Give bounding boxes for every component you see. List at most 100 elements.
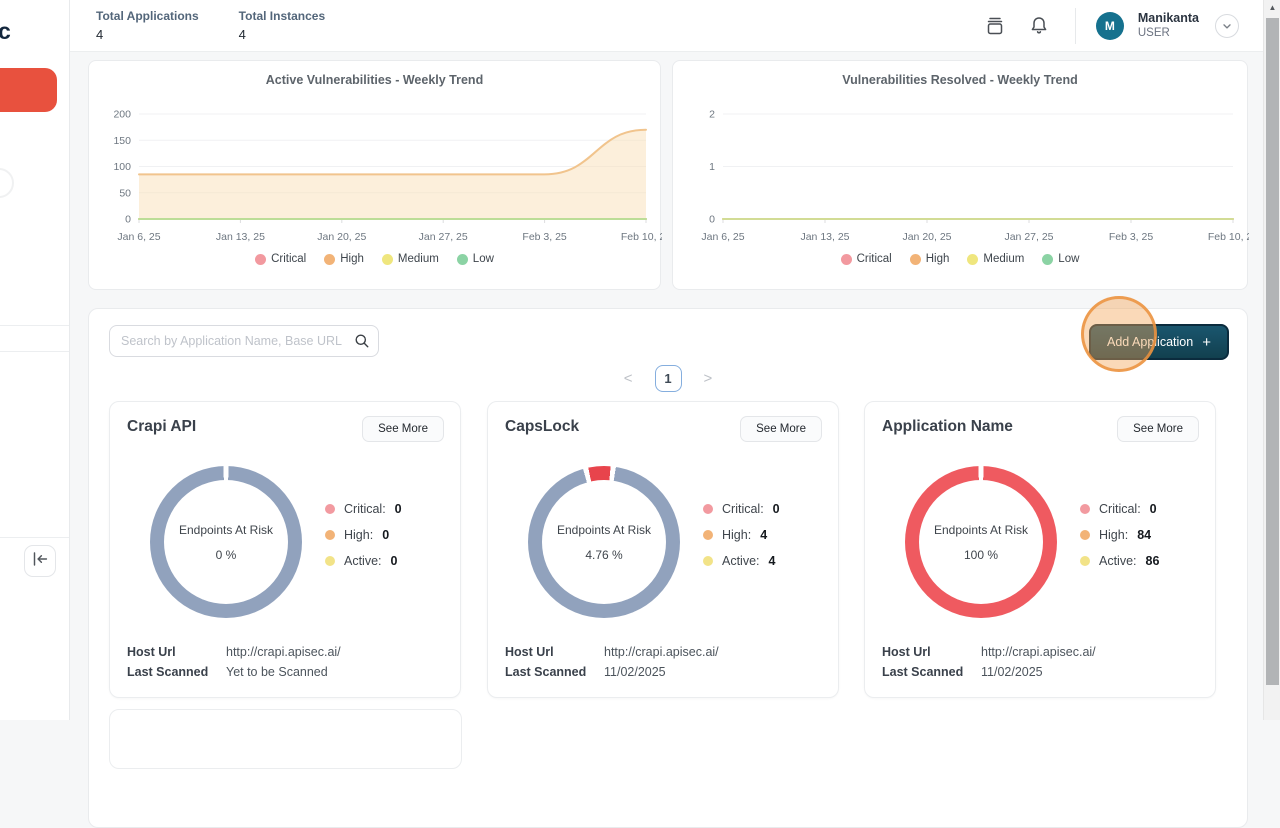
svg-text:Jan 20, 25: Jan 20, 25 [317, 231, 366, 243]
see-more-button[interactable]: See More [362, 416, 444, 442]
stat-row: Active:0 [325, 552, 402, 569]
donut-label: Endpoints At Risk [179, 523, 273, 537]
application-card-application-name: Application Name See More Endpoints At R… [864, 401, 1216, 698]
application-name: CapsLock [505, 418, 579, 436]
legend-item: Low [1042, 253, 1079, 265]
svg-text:50: 50 [119, 187, 131, 199]
total-applications-stat: Total Applications 4 [96, 9, 199, 42]
legend-item: High [910, 253, 950, 265]
scrollbar-thumb[interactable] [1266, 18, 1279, 685]
vulnerabilities-resolved-trend-chart: 210Jan 6, 25Jan 13, 25Jan 20, 25Jan 27, … [673, 107, 1249, 257]
svg-text:100: 100 [113, 161, 131, 173]
application-meta: Host Urlhttp://crapi.apisec.ai/ Last Sca… [505, 642, 719, 682]
endpoints-at-risk-donut: Endpoints At Risk 4.76 % [528, 466, 680, 618]
collapse-sidebar-icon [29, 548, 51, 575]
host-url-label: Host Url [127, 642, 226, 662]
pagination-prev-icon[interactable]: < [624, 370, 633, 387]
scrollbar-up-arrow-icon[interactable]: ▲ [1264, 3, 1280, 12]
user-info: Manikanta USER [1138, 11, 1199, 41]
svg-text:Jan 13, 25: Jan 13, 25 [800, 231, 849, 243]
svg-text:0: 0 [709, 214, 715, 226]
svg-text:Jan 20, 25: Jan 20, 25 [902, 231, 951, 243]
search-field [109, 325, 379, 357]
total-instances-value: 4 [239, 27, 325, 42]
chart-title: Vulnerabilities Resolved - Weekly Trend [673, 73, 1247, 87]
application-card-capslock: CapsLock See More Endpoints At Risk 4.76… [487, 401, 839, 698]
high-dot [1080, 530, 1090, 540]
critical-dot [703, 504, 713, 514]
last-scanned-value: Yet to be Scanned [226, 662, 328, 682]
stat-row: High:84 [1080, 526, 1159, 543]
application-name: Application Name [882, 418, 1013, 436]
svg-text:150: 150 [113, 135, 131, 147]
active-dot [1080, 556, 1090, 566]
application-name: Crapi API [127, 418, 196, 436]
header-stats: Total Applications 4 Total Instances 4 [96, 9, 325, 42]
host-url-value: http://crapi.apisec.ai/ [981, 642, 1096, 662]
last-scanned-value: 11/02/2025 [604, 662, 666, 682]
donut-percent: 4.76 % [585, 548, 622, 562]
host-url-value: http://crapi.apisec.ai/ [226, 642, 341, 662]
host-url-label: Host Url [882, 642, 981, 662]
severity-stats: Critical:0 High:84 Active:86 [1080, 500, 1159, 569]
active-vulnerabilities-trend-chart: 200150100500Jan 6, 25Jan 13, 25Jan 20, 2… [89, 107, 662, 257]
active-dot [325, 556, 335, 566]
last-scanned-label: Last Scanned [882, 662, 981, 682]
pagination: < 1 > [89, 365, 1247, 392]
user-avatar[interactable]: M [1096, 12, 1124, 40]
user-name: Manikanta [1138, 11, 1199, 27]
svg-text:1: 1 [709, 161, 715, 173]
user-menu-chevron-down-icon[interactable] [1215, 14, 1239, 38]
pagination-next-icon[interactable]: > [704, 370, 713, 387]
see-more-button[interactable]: See More [1117, 416, 1199, 442]
application-meta: Host Urlhttp://crapi.apisec.ai/ Last Sca… [882, 642, 1096, 682]
stat-row: Critical:0 [1080, 500, 1159, 517]
critical-dot [325, 504, 335, 514]
legend-item: Medium [967, 253, 1024, 265]
legend-dot [841, 254, 852, 265]
severity-stats: Critical:0 High:4 Active:4 [703, 500, 780, 569]
legend-dot [967, 254, 978, 265]
high-dot [703, 530, 713, 540]
last-scanned-value: 11/02/2025 [981, 662, 1043, 682]
chart-title: Active Vulnerabilities - Weekly Trend [89, 73, 660, 87]
see-more-button[interactable]: See More [740, 416, 822, 442]
sidebar: c [0, 0, 70, 720]
legend-dot [324, 254, 335, 265]
legend-dot [382, 254, 393, 265]
high-dot [325, 530, 335, 540]
donut-label: Endpoints At Risk [557, 523, 651, 537]
notifications-bell-icon[interactable] [1025, 12, 1053, 40]
active-dot [703, 556, 713, 566]
svg-text:Jan 13, 25: Jan 13, 25 [216, 231, 265, 243]
application-card-crapi-api: Crapi API See More Endpoints At Risk 0 %… [109, 401, 461, 698]
legend-dot [910, 254, 921, 265]
total-applications-value: 4 [96, 27, 199, 42]
critical-dot [1080, 504, 1090, 514]
svg-text:Feb 3, 25: Feb 3, 25 [1109, 231, 1154, 243]
click-highlight [1081, 296, 1157, 372]
applications-panel: Add Application + < 1 > Crapi API See Mo… [88, 308, 1248, 828]
total-instances-stat: Total Instances 4 [239, 9, 325, 42]
sidebar-active-item[interactable] [0, 68, 57, 112]
legend-item: Critical [255, 253, 306, 265]
vertical-scrollbar[interactable]: ▲ [1263, 0, 1280, 720]
donut-percent: 0 % [216, 548, 237, 562]
stat-row: High:4 [703, 526, 780, 543]
archive-icon[interactable] [981, 12, 1009, 40]
header-divider [1075, 8, 1076, 44]
chart-legend: Critical High Medium Low [89, 253, 660, 265]
sidebar-divider [0, 325, 70, 326]
severity-stats: Critical:0 High:0 Active:0 [325, 500, 402, 569]
endpoints-at-risk-donut: Endpoints At Risk 100 % [905, 466, 1057, 618]
legend-item: High [324, 253, 364, 265]
legend-dot [1042, 254, 1053, 265]
pagination-page-1[interactable]: 1 [655, 365, 682, 392]
host-url-label: Host Url [505, 642, 604, 662]
search-icon [353, 332, 371, 355]
search-input[interactable] [109, 325, 379, 357]
sidebar-collapse-button[interactable] [24, 545, 56, 577]
application-card-partial [109, 709, 462, 769]
legend-item: Critical [841, 253, 892, 265]
stat-row: Active:86 [1080, 552, 1159, 569]
